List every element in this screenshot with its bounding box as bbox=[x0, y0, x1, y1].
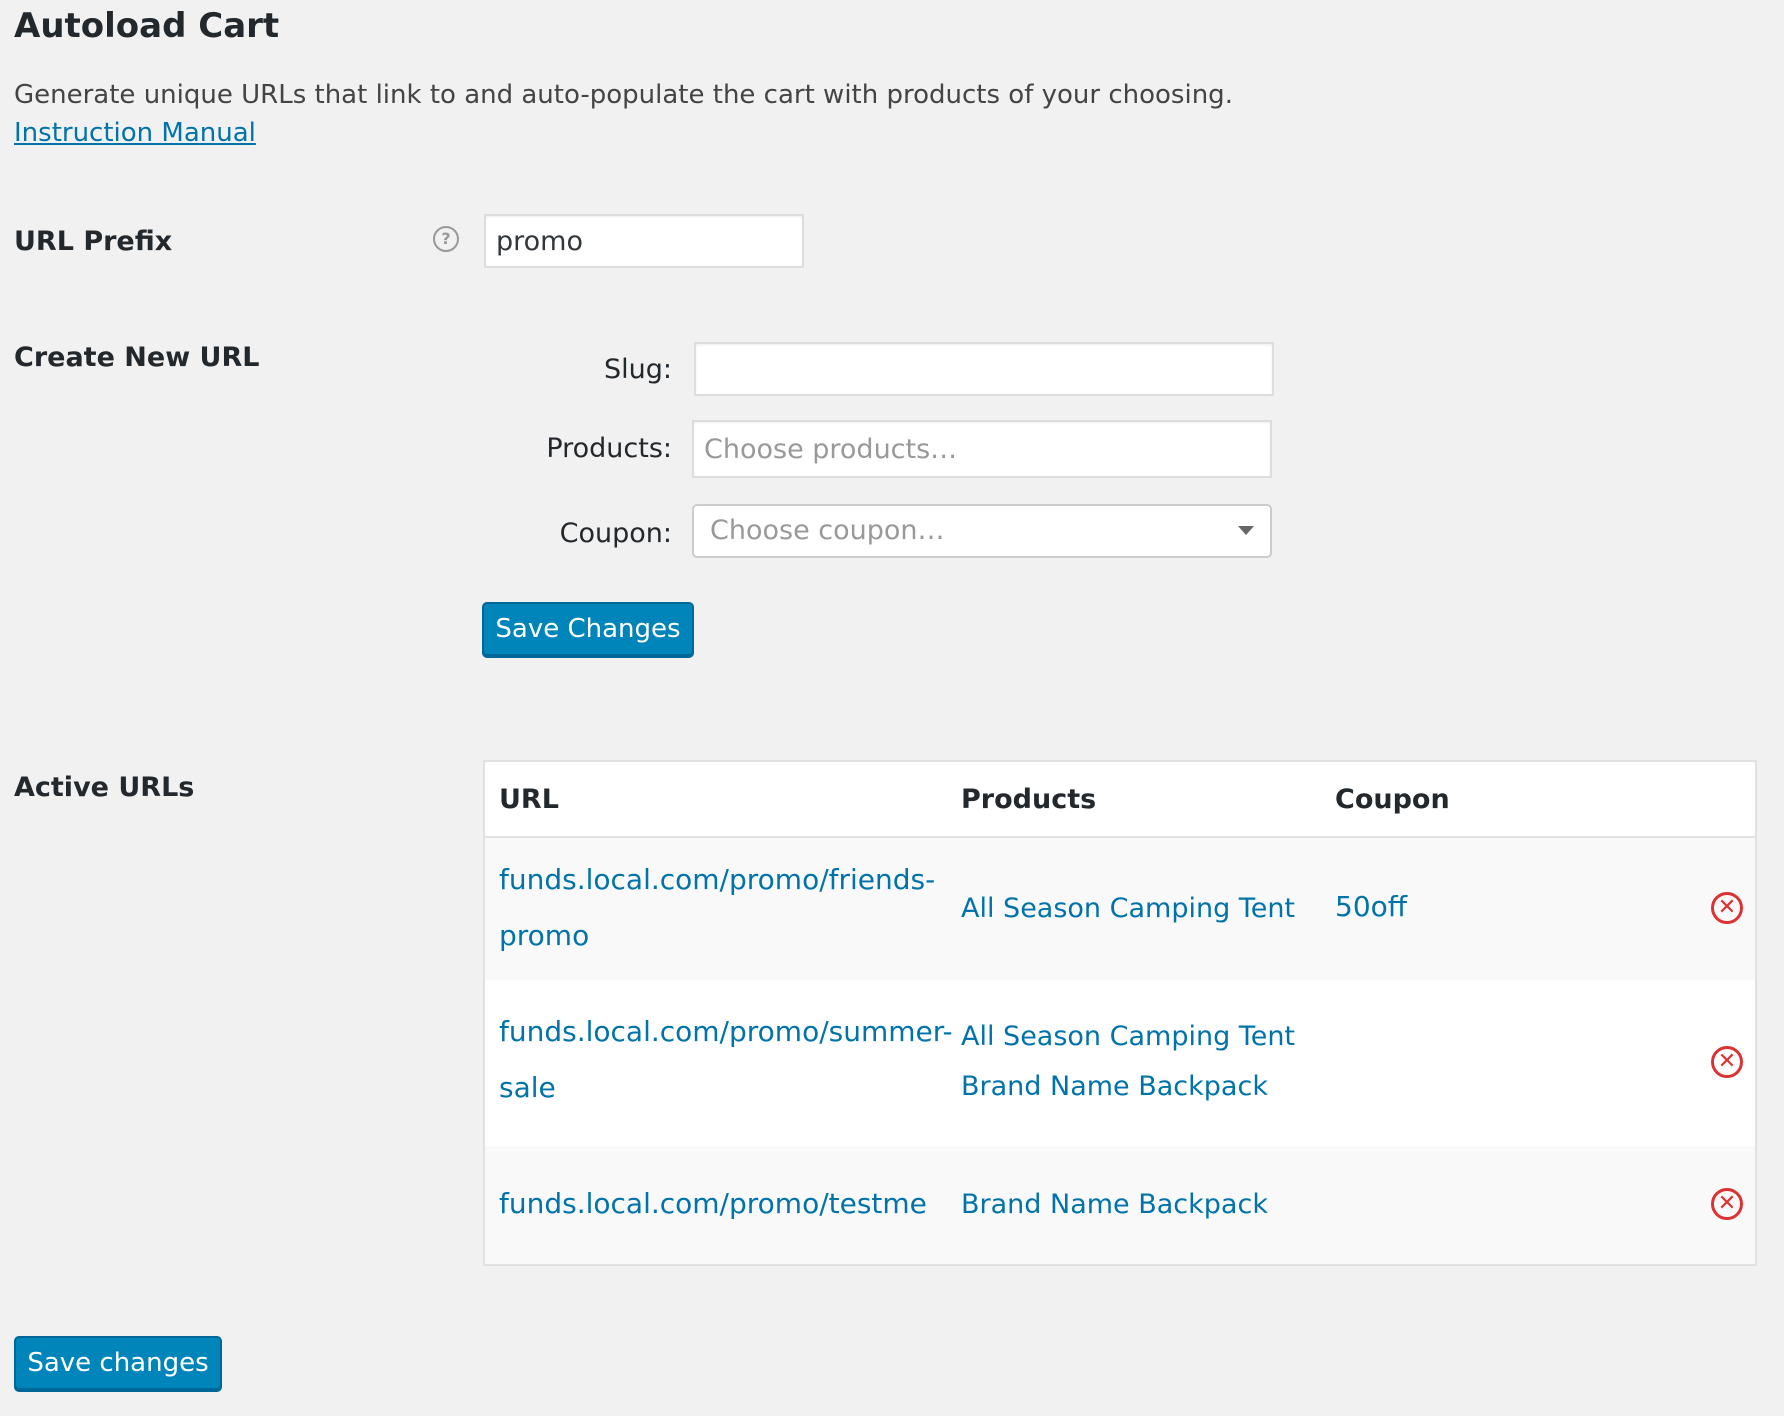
product-link[interactable]: All Season Camping Tent bbox=[961, 1012, 1295, 1062]
delete-icon[interactable]: ✕ bbox=[1711, 1188, 1743, 1220]
url-line: funds.local.com/promo/friends- bbox=[499, 863, 936, 896]
products-cell: Brand Name Backpack bbox=[961, 1180, 1268, 1230]
column-header-coupon: Coupon bbox=[1335, 784, 1450, 815]
coupon-select-placeholder: Choose coupon… bbox=[710, 515, 945, 546]
instruction-manual-link[interactable]: Instruction Manual bbox=[14, 118, 256, 148]
url-prefix-input[interactable] bbox=[484, 214, 804, 268]
chevron-down-icon bbox=[1238, 526, 1254, 535]
url-line: promo bbox=[499, 919, 590, 952]
products-cell: All Season Camping Tent bbox=[961, 884, 1295, 934]
active-urls-table: URL Products Coupon funds.local.com/prom… bbox=[483, 760, 1757, 1266]
slug-label: Slug: bbox=[604, 354, 672, 385]
table-header: URL Products Coupon bbox=[485, 762, 1755, 838]
url-link[interactable]: funds.local.com/promo/friends- promo bbox=[499, 852, 939, 964]
page-title: Autoload Cart bbox=[14, 6, 280, 46]
autoload-cart-page: Autoload Cart Generate unique URLs that … bbox=[0, 0, 1784, 1416]
save-changes-button[interactable]: Save Changes bbox=[482, 602, 694, 656]
save-changes-footer-button[interactable]: Save changes bbox=[14, 1336, 222, 1390]
url-link[interactable]: funds.local.com/promo/testme bbox=[499, 1176, 939, 1232]
column-header-url: URL bbox=[499, 784, 559, 815]
coupon-link[interactable]: 50off bbox=[1335, 890, 1407, 923]
url-link[interactable]: funds.local.com/promo/summer- sale bbox=[499, 1004, 953, 1116]
coupon-label: Coupon: bbox=[559, 518, 672, 549]
url-prefix-label: URL Prefix bbox=[14, 226, 173, 257]
active-urls-label: Active URLs bbox=[14, 772, 195, 803]
column-header-products: Products bbox=[961, 784, 1097, 815]
url-line: funds.local.com/promo/testme bbox=[499, 1187, 927, 1220]
page-description: Generate unique URLs that link to and au… bbox=[14, 80, 1233, 110]
coupon-select[interactable]: Choose coupon… bbox=[692, 504, 1272, 558]
products-label: Products: bbox=[546, 433, 672, 464]
products-input[interactable] bbox=[692, 420, 1272, 478]
url-line: funds.local.com/promo/summer- bbox=[499, 1015, 953, 1048]
delete-icon[interactable]: ✕ bbox=[1711, 892, 1743, 924]
delete-icon[interactable]: ✕ bbox=[1711, 1046, 1743, 1078]
product-link[interactable]: Brand Name Backpack bbox=[961, 1180, 1268, 1230]
create-new-url-label: Create New URL bbox=[14, 342, 260, 373]
products-cell: All Season Camping Tent Brand Name Backp… bbox=[961, 1012, 1295, 1112]
slug-input[interactable] bbox=[694, 342, 1274, 396]
table-row: funds.local.com/promo/summer- sale All S… bbox=[485, 980, 1755, 1146]
product-link[interactable]: Brand Name Backpack bbox=[961, 1062, 1295, 1112]
table-row: funds.local.com/promo/friends- promo All… bbox=[485, 838, 1755, 980]
url-line: sale bbox=[499, 1071, 556, 1104]
table-row: funds.local.com/promo/testme Brand Name … bbox=[485, 1146, 1755, 1264]
product-link[interactable]: All Season Camping Tent bbox=[961, 884, 1295, 934]
question-circle-icon[interactable]: ? bbox=[433, 226, 459, 252]
